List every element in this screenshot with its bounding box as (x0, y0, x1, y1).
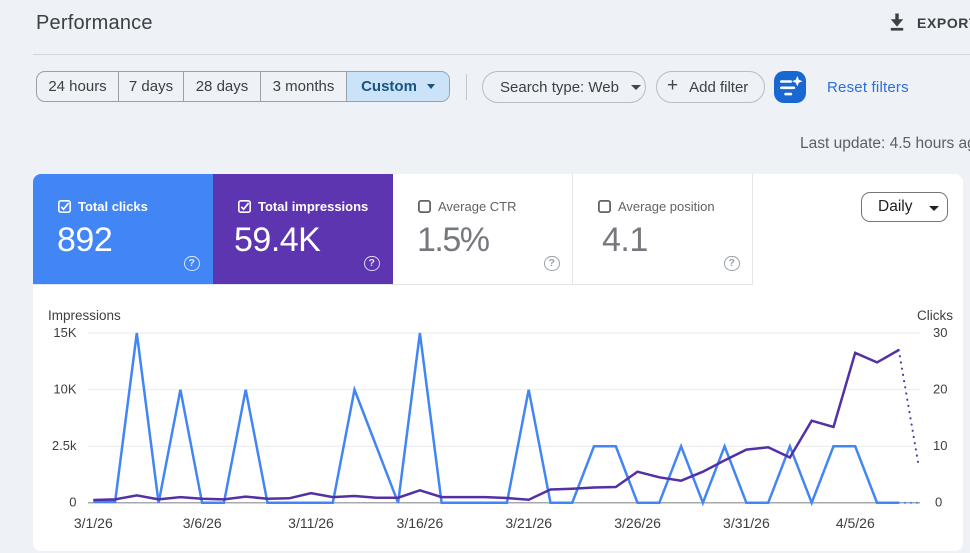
svg-text:30: 30 (933, 325, 947, 340)
svg-text:3/16/26: 3/16/26 (397, 515, 444, 531)
svg-text:3/6/26: 3/6/26 (183, 515, 222, 531)
svg-text:Impressions: Impressions (48, 308, 121, 323)
svg-text:0: 0 (935, 495, 942, 510)
svg-text:3/31/26: 3/31/26 (723, 515, 770, 531)
svg-text:15K: 15K (53, 325, 76, 340)
svg-text:10: 10 (933, 438, 947, 453)
svg-text:3/21/26: 3/21/26 (505, 515, 552, 531)
svg-text:20: 20 (933, 381, 947, 396)
svg-text:0: 0 (69, 495, 76, 510)
svg-text:3/11/26: 3/11/26 (288, 515, 334, 531)
svg-text:2.5k: 2.5k (52, 438, 77, 453)
svg-text:10K: 10K (53, 381, 76, 396)
svg-text:3/1/26: 3/1/26 (74, 515, 113, 531)
svg-text:3/26/26: 3/26/26 (614, 515, 661, 531)
svg-text:4/5/26: 4/5/26 (836, 515, 875, 531)
svg-text:Clicks: Clicks (917, 308, 953, 323)
